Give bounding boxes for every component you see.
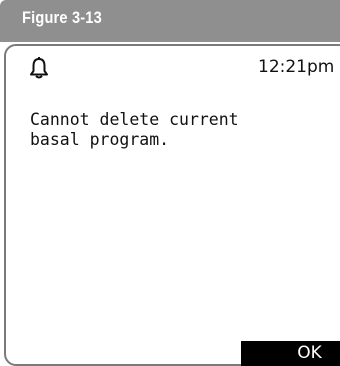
ok-button[interactable]: OK — [241, 341, 340, 366]
clock-time: 12:21pm — [258, 57, 335, 77]
bell-icon — [30, 57, 48, 79]
figure-header: Figure 3-13 — [0, 0, 340, 42]
alert-message: Cannot delete current basal program. — [30, 110, 239, 149]
device-screen — [4, 44, 340, 366]
figure-label: Figure 3-13 — [22, 8, 102, 27]
